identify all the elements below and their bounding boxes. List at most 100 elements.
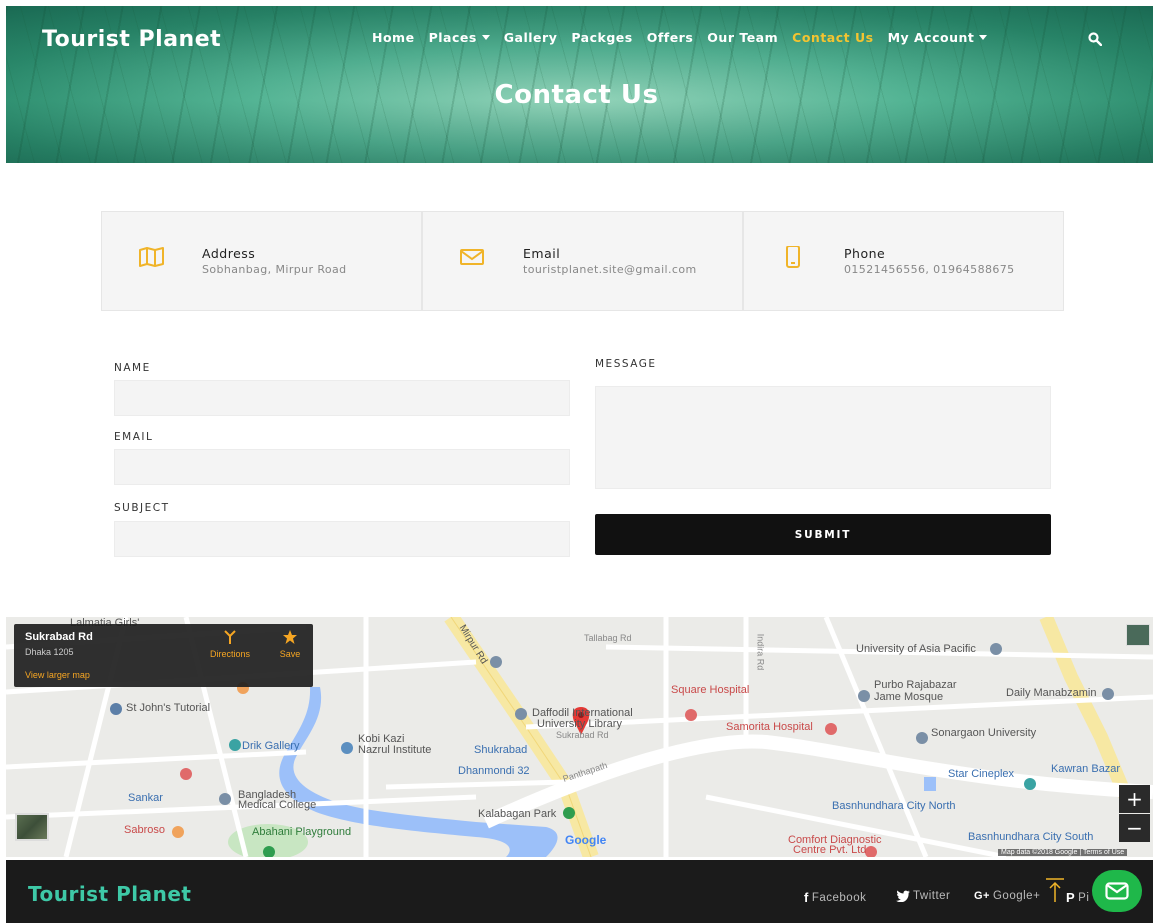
zoom-out-button[interactable]: − <box>1119 814 1150 842</box>
info-value: Sobhanbag, Mirpur Road <box>202 263 347 276</box>
save-label: Save <box>279 649 301 659</box>
subject-label: SUBJECT <box>114 502 170 514</box>
fullscreen-map-button[interactable] <box>1126 624 1150 646</box>
nav-contact-us[interactable]: Contact Us <box>792 30 873 45</box>
info-title: Email <box>523 246 561 261</box>
nav-contact-us-label: Contact Us <box>792 30 874 45</box>
social-google-plus[interactable]: G+ Google+ <box>974 890 1040 902</box>
map-icon <box>139 247 164 267</box>
satellite-toggle[interactable] <box>15 813 49 841</box>
map-label: Nazrul Institute <box>358 744 432 756</box>
map-label: Tallabag Rd <box>584 633 632 643</box>
map-label: Purbo Rajabazar <box>874 679 957 691</box>
page-title: Contact Us <box>494 80 659 110</box>
email-input[interactable] <box>114 449 570 485</box>
info-value[interactable]: touristplanet.site@gmail.com <box>523 263 697 276</box>
google-plus-icon: G+ <box>974 890 990 902</box>
social-label: Google+ <box>992 890 1041 902</box>
nav-places-label: Places <box>428 30 477 45</box>
directions-label: Directions <box>209 649 250 659</box>
caret-down-icon <box>979 35 988 40</box>
map-label: Sonargaon University <box>931 727 1037 739</box>
message-button[interactable] <box>1092 870 1142 912</box>
social-facebook[interactable]: f Facebook <box>804 890 866 905</box>
name-label: NAME <box>114 362 151 374</box>
nav-offers[interactable]: Offers <box>647 30 694 45</box>
facebook-icon: f <box>804 890 809 905</box>
map-label: Daily Manabzamin <box>1006 687 1097 699</box>
map-label: Dhanmondi 32 <box>458 765 530 777</box>
map-label: Basnhundhara City North <box>832 800 956 812</box>
map-label: Indira Rd <box>755 633 766 671</box>
caret-down-icon <box>481 35 490 40</box>
nav-my-account[interactable]: My Account <box>888 30 988 45</box>
directions-button[interactable]: Directions <box>205 629 255 659</box>
social-label: Facebook <box>811 891 867 904</box>
footer: Tourist Planet f Facebook Twitter G+ Goo… <box>6 860 1153 923</box>
envelope-icon <box>460 249 484 265</box>
zoom-in-button[interactable]: + <box>1119 785 1150 813</box>
view-larger-map-link[interactable]: View larger map <box>25 670 90 680</box>
nav-our-team-label: Our Team <box>707 30 779 45</box>
map-label: Medical College <box>238 799 317 811</box>
nav-home[interactable]: Home <box>372 30 415 45</box>
map-label: University Library <box>537 718 622 730</box>
subject-input[interactable] <box>114 521 570 557</box>
map-attribution[interactable]: Map data ©2018 Google | Terms of Use <box>998 849 1128 856</box>
map-label: Sankar <box>128 792 163 804</box>
map-label: Abahani Playground <box>252 826 352 838</box>
social-label: Twitter <box>913 890 951 902</box>
map-label: Shukrabad <box>474 744 528 756</box>
google-logo: Google <box>565 833 607 847</box>
message-textarea[interactable] <box>595 386 1051 489</box>
info-title: Address <box>202 246 256 261</box>
email-label: EMAIL <box>114 431 154 443</box>
main-nav: Home Places Gallery Packges Offers Our T… <box>372 30 1001 45</box>
info-address: Address Sobhanbag, Mirpur Road <box>101 211 422 311</box>
footer-logo[interactable]: Tourist Planet <box>28 882 191 906</box>
map-label: Centre Pvt. Ltd <box>793 844 867 856</box>
map-label: St John's Tutorial <box>126 702 211 714</box>
info-email: Email touristplanet.site@gmail.com <box>422 211 743 311</box>
map-place-card: Sukrabad Rd Dhaka 1205 View larger map D… <box>14 624 313 687</box>
map-label: Samorita Hospital <box>726 721 813 733</box>
nav-our-team[interactable]: Our Team <box>707 30 778 45</box>
map-label: Kalabagan Park <box>478 808 557 820</box>
info-phone: Phone 01521456556, 01964588675 <box>743 211 1064 311</box>
nav-my-account-label: My Account <box>887 30 975 45</box>
name-input[interactable] <box>114 380 570 416</box>
map-label: Sabroso <box>124 824 165 836</box>
social-twitter[interactable]: Twitter <box>896 890 950 902</box>
search-icon[interactable] <box>1088 32 1102 46</box>
envelope-icon <box>1105 882 1129 900</box>
site-logo[interactable]: Tourist Planet <box>42 27 221 52</box>
map-label: Kawran Bazar <box>1051 763 1121 775</box>
social-pinterest[interactable]: P Pi <box>1066 890 1089 905</box>
nav-packages-label: Packges <box>571 30 633 45</box>
submit-button[interactable]: SUBMIT <box>595 514 1051 555</box>
map-label: Drik Gallery <box>242 740 300 752</box>
nav-gallery[interactable]: Gallery <box>504 30 558 45</box>
map-label: Jame Mosque <box>874 691 944 703</box>
map-label: Square Hospital <box>671 684 750 696</box>
back-to-top-icon[interactable] <box>1042 877 1068 903</box>
nav-places[interactable]: Places <box>429 30 490 45</box>
map-label: Sukrabad Rd <box>556 730 609 740</box>
message-label: MESSAGE <box>595 358 657 370</box>
directions-icon <box>224 630 236 644</box>
info-value[interactable]: 01521456556, 01964588675 <box>844 263 1015 276</box>
nav-gallery-label: Gallery <box>503 30 558 45</box>
map-label: Basnhundhara City South <box>968 831 1094 843</box>
place-subtitle: Dhaka 1205 <box>25 647 74 657</box>
star-icon <box>283 630 297 644</box>
contact-info: Address Sobhanbag, Mirpur Road Email tou… <box>101 211 1064 311</box>
map-label: University of Asia Pacific <box>856 643 976 655</box>
nav-offers-label: Offers <box>646 30 694 45</box>
place-title: Sukrabad Rd <box>25 631 93 643</box>
nav-packages[interactable]: Packges <box>571 30 632 45</box>
social-label: Pi <box>1078 891 1090 904</box>
mobile-icon <box>786 246 800 268</box>
info-title: Phone <box>844 246 886 261</box>
save-button[interactable]: Save <box>265 629 315 659</box>
twitter-icon <box>896 890 910 902</box>
